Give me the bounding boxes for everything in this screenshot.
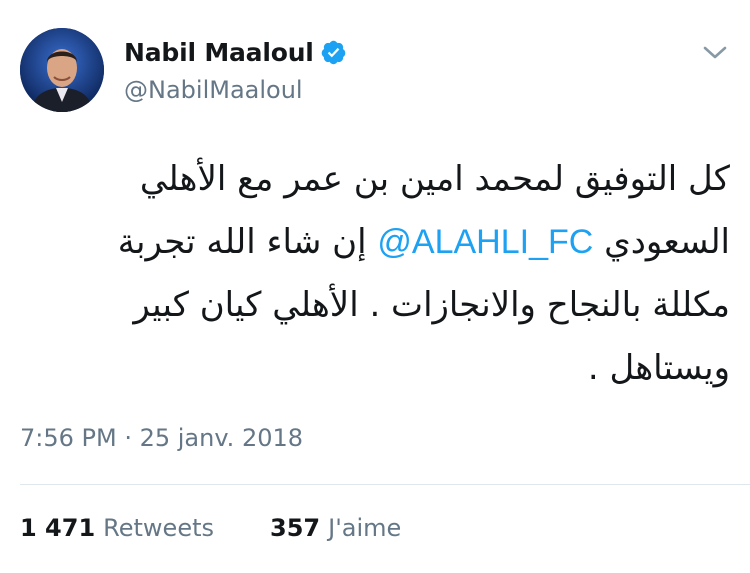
chevron-down-icon[interactable] [700, 40, 730, 66]
mention-link[interactable]: @ALAHLI_FC [377, 223, 593, 261]
tweet-text: كل التوفيق لمحمد امين بن عمر مع الأهلي ا… [20, 148, 730, 400]
tweet-text-line: كل التوفيق لمحمد امين بن عمر مع الأهلي [139, 159, 730, 199]
divider [20, 484, 750, 485]
tweet-timestamp[interactable]: 7:56 PM · 25 janv. 2018 [20, 424, 303, 452]
likes-label[interactable]: J'aime [328, 514, 401, 542]
tweet-text-line: السعودي @ALAHLI_FC إن شاء الله تجربة [20, 211, 730, 274]
tweet-stats: 1 471 Retweets 357 J'aime [20, 514, 401, 542]
tweet-text-segment: إن شاء الله تجربة [117, 222, 367, 262]
author-handle[interactable]: @NabilMaaloul [124, 76, 303, 104]
verified-badge-icon [320, 39, 347, 66]
author-name-row[interactable]: Nabil Maaloul [124, 38, 347, 67]
avatar[interactable] [20, 28, 104, 112]
author-display-name[interactable]: Nabil Maaloul [124, 38, 314, 67]
tweet-text-line: مكللة بالنجاح والانجازات . الأهلي كيان ك… [133, 285, 730, 325]
retweets-count[interactable]: 1 471 [20, 514, 95, 542]
tweet-text-line: ويستاهل . [587, 348, 730, 388]
likes-count[interactable]: 357 [270, 514, 320, 542]
tweet-text-segment: السعودي [604, 222, 730, 262]
retweets-label[interactable]: Retweets [103, 514, 214, 542]
